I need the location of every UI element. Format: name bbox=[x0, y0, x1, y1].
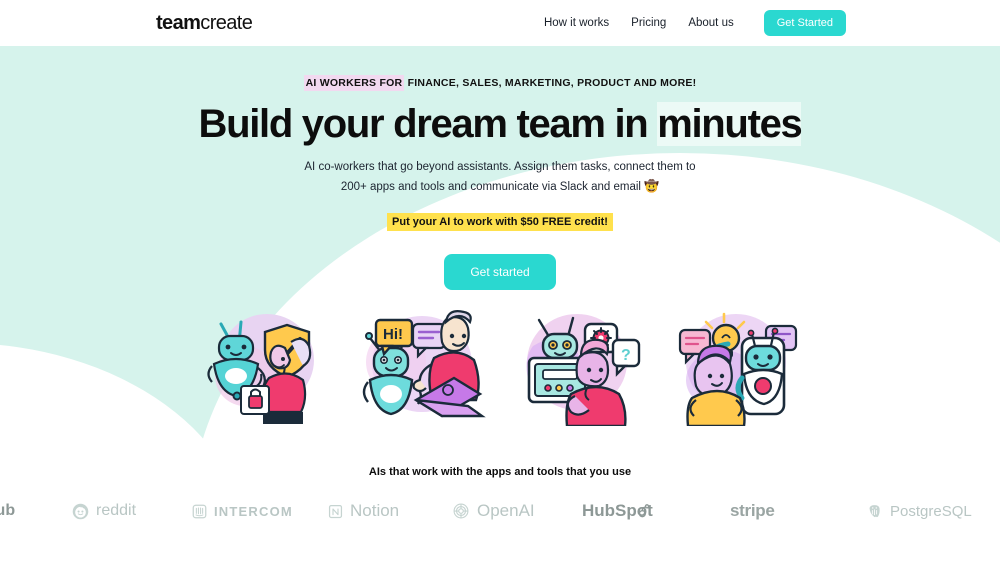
hero-eyebrow-highlight: AI WORKERS FOR bbox=[303, 75, 405, 91]
cowboy-face-emoji: 🤠 bbox=[644, 178, 660, 193]
reddit-icon bbox=[72, 503, 89, 520]
hero-get-started-button[interactable]: Get started bbox=[444, 253, 556, 290]
logo-hub: Hub bbox=[0, 502, 15, 520]
openai-icon bbox=[452, 502, 470, 520]
hero-eyebrow-rest: FINANCE, SALES, MARKETING, PRODUCT AND M… bbox=[404, 77, 697, 89]
logo-postgresql: PostgreSQL bbox=[866, 503, 972, 520]
logo-hubspot: HubSpot bbox=[582, 501, 653, 521]
hero-eyebrow: AI WORKERS FOR FINANCE, SALES, MARKETING… bbox=[0, 75, 1000, 91]
logo-notion: Notion bbox=[328, 501, 399, 521]
hero-subtitle-line2: 200+ apps and tools and communicate via … bbox=[340, 180, 645, 193]
illustration-robot-monitor-settings: ? bbox=[513, 302, 645, 426]
brand-logo-rest: create bbox=[200, 12, 253, 34]
illustration-robot-phone-idea bbox=[670, 302, 802, 426]
logo-intercom: INTERCOM bbox=[192, 504, 293, 519]
logo-reddit-label: reddit bbox=[96, 502, 137, 519]
logo-reddit: reddit bbox=[72, 502, 136, 520]
header-get-started-button[interactable]: Get Started bbox=[763, 10, 846, 36]
hero-credit-wrapper: Put your AI to work with $50 FREE credit… bbox=[0, 212, 1000, 231]
logo-postgresql-label: PostgreSQL bbox=[890, 502, 972, 520]
logo-stripe-label: stripe bbox=[730, 501, 775, 520]
illustration-robot-shield-security bbox=[199, 302, 331, 426]
free-credit-banner: Put your AI to work with $50 FREE credit… bbox=[387, 212, 613, 231]
logo-hub-label: Hub bbox=[0, 502, 16, 519]
hero-subtitle-line1: AI co-workers that go beyond assistants.… bbox=[304, 161, 696, 173]
svg-text:Hi!: Hi! bbox=[383, 326, 403, 343]
illustration-robot-greeting-laptop: Hi! bbox=[356, 302, 488, 426]
hero-subtitle: AI co-workers that go beyond assistants.… bbox=[0, 159, 1000, 197]
partner-logos-row: Hub reddit INTERCOM Notion OpenAI bbox=[0, 494, 1000, 528]
logo-openai-label: OpenAI bbox=[477, 501, 535, 520]
site-header: teamcreate How it works Pricing About us… bbox=[0, 0, 1000, 46]
illustration-row: Hi! ? bbox=[0, 302, 1000, 426]
svg-text:?: ? bbox=[621, 347, 631, 364]
hubspot-sprocket-icon bbox=[635, 503, 651, 519]
main-navigation: How it works Pricing About us Get Starte… bbox=[544, 0, 846, 46]
page-title: Build your dream team in minutes bbox=[0, 102, 1000, 146]
logo-openai: OpenAI bbox=[452, 501, 535, 521]
logo-intercom-label: INTERCOM bbox=[214, 503, 293, 519]
brand-logo[interactable]: teamcreate bbox=[156, 12, 253, 35]
nav-how-it-works[interactable]: How it works bbox=[544, 17, 609, 29]
intercom-icon bbox=[192, 504, 207, 519]
logo-notion-label: Notion bbox=[350, 501, 400, 520]
landing-page: teamcreate How it works Pricing About us… bbox=[0, 0, 1000, 563]
postgresql-icon bbox=[866, 503, 883, 520]
notion-icon bbox=[328, 504, 343, 519]
hero-cta-wrapper: Get started bbox=[0, 253, 1000, 290]
nav-about-us[interactable]: About us bbox=[688, 17, 733, 29]
logo-stripe: stripe bbox=[730, 501, 775, 521]
nav-pricing[interactable]: Pricing bbox=[631, 17, 666, 29]
brand-logo-bold: team bbox=[156, 12, 201, 34]
headline-part-a: Build your dream team in bbox=[198, 102, 658, 146]
headline-part-b: minutes bbox=[657, 102, 803, 146]
logos-section-title: AIs that work with the apps and tools th… bbox=[368, 466, 632, 478]
